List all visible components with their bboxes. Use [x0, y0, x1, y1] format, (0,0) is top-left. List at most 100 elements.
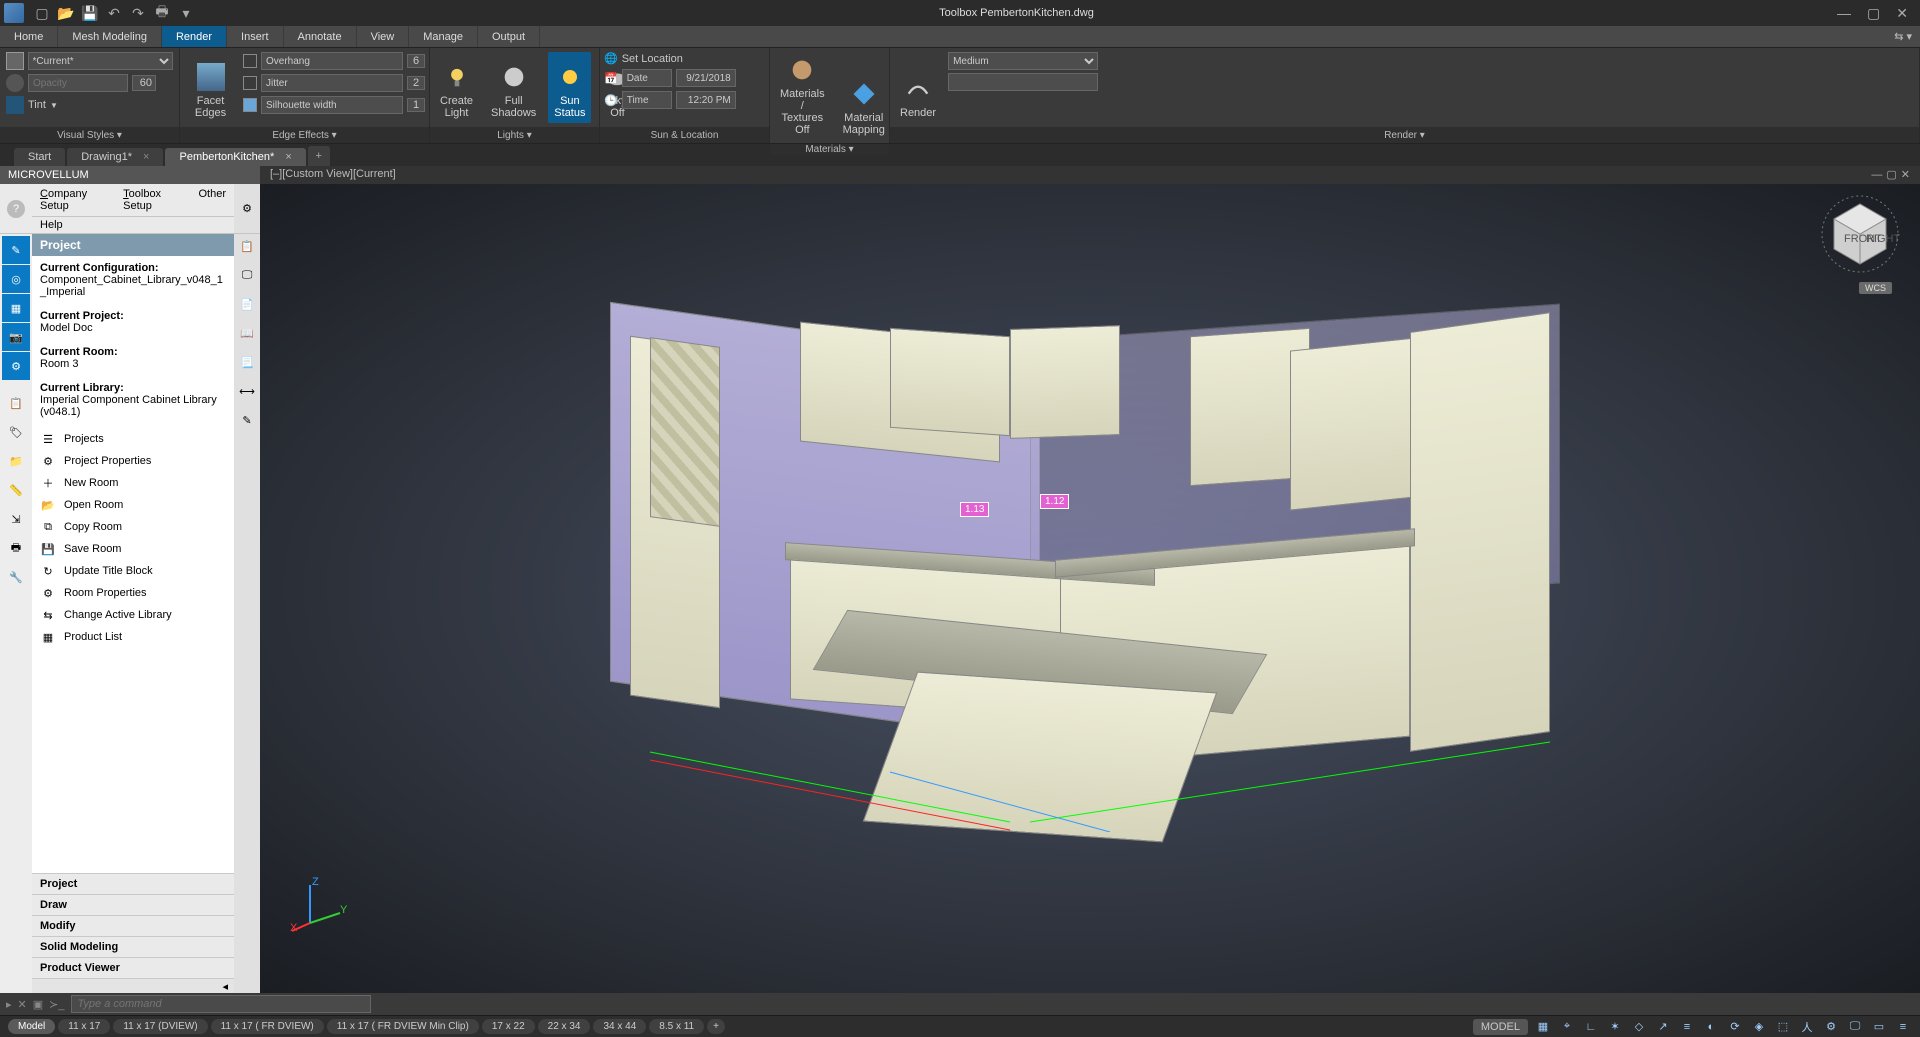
rt-doc-icon[interactable]: 📄 [240, 298, 254, 311]
status-transparency-icon[interactable]: ◐ [1702, 1018, 1720, 1036]
material-mapping-button[interactable]: Material Mapping [837, 52, 891, 140]
status-clean-icon[interactable]: ▭ [1870, 1018, 1888, 1036]
status-annoscale-icon[interactable]: 人 [1798, 1018, 1816, 1036]
tool-print-icon[interactable]: 🖶 [2, 534, 30, 562]
collapse-panel-icon[interactable]: ◂ [222, 980, 228, 993]
mv-item-room-properties[interactable]: ⚙Room Properties [32, 582, 234, 604]
mv-item-new-room[interactable]: ＋New Room [32, 472, 234, 494]
render-button[interactable]: Render [894, 52, 942, 123]
mv-item-project-properties[interactable]: ⚙Project Properties [32, 450, 234, 472]
mv-item-save-room[interactable]: 💾Save Room [32, 538, 234, 560]
close-button[interactable]: ✕ [1896, 5, 1908, 22]
rt-clipboard-icon[interactable]: 📋 [240, 240, 254, 253]
qat-print-icon[interactable]: 🖶 [152, 3, 172, 23]
rt-page-icon[interactable]: 📃 [240, 356, 254, 369]
rt-measure-icon[interactable]: ⟷ [239, 385, 255, 398]
cmd-collapse-icon[interactable]: ▸ [6, 998, 12, 1011]
tool-ruler-icon[interactable]: 📏 [2, 476, 30, 504]
axis-gizmo[interactable]: Z Y X [290, 873, 350, 933]
status-3dosnap-icon[interactable]: ◈ [1750, 1018, 1768, 1036]
view-cube[interactable]: FRONT RIGHT [1820, 194, 1900, 274]
sheet-11x17-frdview[interactable]: 11 x 17 ( FR DVIEW) [211, 1019, 324, 1034]
status-dynucs-icon[interactable]: ⬚ [1774, 1018, 1792, 1036]
status-otrack-icon[interactable]: ↗ [1654, 1018, 1672, 1036]
tab-mesh-modeling[interactable]: Mesh Modeling [58, 26, 162, 47]
mv-menu-toolbox[interactable]: Toolbox Setup [123, 188, 182, 212]
group-title-materials[interactable]: Materials ▾ [770, 144, 889, 155]
status-cycle-icon[interactable]: ⟳ [1726, 1018, 1744, 1036]
status-snap-icon[interactable]: ⌖ [1558, 1018, 1576, 1036]
mv-item-update-title-block[interactable]: ↻Update Title Block [32, 560, 234, 582]
overhang-checkbox[interactable] [243, 54, 257, 68]
acc-draw[interactable]: Draw [32, 894, 234, 915]
qat-dropdown-icon[interactable]: ▾ [176, 3, 196, 23]
add-doc-tab-button[interactable]: + [308, 146, 330, 166]
mv-item-projects[interactable]: ☰Projects [32, 428, 234, 450]
status-model-label[interactable]: MODEL [1473, 1019, 1528, 1035]
tab-output[interactable]: Output [478, 26, 540, 47]
tab-annotate[interactable]: Annotate [284, 26, 357, 47]
vp-minimize-icon[interactable]: — [1871, 169, 1882, 181]
tab-insert[interactable]: Insert [227, 26, 284, 47]
doc-tab-start[interactable]: Start [14, 148, 65, 166]
qat-undo-icon[interactable]: ↶ [104, 3, 124, 23]
cmd-history-icon[interactable]: ▣ [33, 998, 43, 1011]
silhouette-input[interactable] [261, 96, 403, 114]
materials-textures-off-button[interactable]: Materials / Textures Off [774, 52, 831, 140]
qat-redo-icon[interactable]: ↷ [128, 3, 148, 23]
tool-spiral-icon[interactable]: ◎ [2, 265, 30, 293]
ribbon-expander-icon[interactable]: ⇆ ▾ [1886, 26, 1920, 47]
render-output-input[interactable] [948, 73, 1098, 91]
set-location-button[interactable]: Set Location [622, 53, 683, 65]
mv-item-copy-room[interactable]: ⧉Copy Room [32, 516, 234, 538]
mv-help[interactable]: Help [32, 217, 234, 234]
group-title-edge-effects[interactable]: Edge Effects ▾ [180, 127, 429, 143]
mv-menu-company[interactable]: Company Setup [40, 188, 107, 212]
mv-item-change-library[interactable]: ⇆Change Active Library [32, 604, 234, 626]
help-icon[interactable]: ? [7, 200, 25, 218]
group-title-sun-location[interactable]: Sun & Location [600, 127, 769, 143]
tab-render[interactable]: Render [162, 26, 227, 47]
sheet-model[interactable]: Model [8, 1019, 55, 1034]
maximize-button[interactable]: ▢ [1867, 5, 1880, 22]
tool-tag-icon[interactable]: 🏷 [2, 418, 30, 446]
command-input[interactable] [71, 995, 371, 1013]
tool-clipboard-icon[interactable]: 📋 [2, 389, 30, 417]
vp-close-icon[interactable]: ✕ [1901, 169, 1910, 181]
doc-tab-drawing1[interactable]: Drawing1* × [67, 148, 163, 166]
tab-manage[interactable]: Manage [409, 26, 478, 47]
acc-modify[interactable]: Modify [32, 915, 234, 936]
viewport-label[interactable]: [–][Custom View][Current] [270, 168, 396, 182]
viewport-3d[interactable]: 1.13 1.12 FRONT RIGHT WCS [260, 184, 1920, 993]
group-title-lights[interactable]: Lights ▾ [430, 127, 599, 143]
sheet-17x22[interactable]: 17 x 22 [482, 1019, 535, 1034]
sun-status-button[interactable]: Sun Status [548, 52, 591, 123]
time-input[interactable] [676, 91, 736, 109]
status-grid-icon[interactable]: ▦ [1534, 1018, 1552, 1036]
app-icon[interactable] [4, 3, 24, 23]
wcs-badge[interactable]: WCS [1859, 282, 1892, 294]
qat-save-icon[interactable]: 💾 [80, 3, 100, 23]
sheet-11x17-dview[interactable]: 11 x 17 (DVIEW) [113, 1019, 207, 1034]
tool-pencil-icon[interactable]: ✎ [2, 236, 30, 264]
tool-cube-icon[interactable]: ▦ [2, 294, 30, 322]
status-polar-icon[interactable]: ✶ [1606, 1018, 1624, 1036]
mv-menu-other[interactable]: Other [198, 188, 226, 212]
status-workspace-icon[interactable]: ⚙ [1822, 1018, 1840, 1036]
group-title-render[interactable]: Render ▾ [890, 127, 1919, 143]
sheet-11x17[interactable]: 11 x 17 [58, 1019, 110, 1034]
sheet-11x17-frdview-minclip[interactable]: 11 x 17 ( FR DVIEW Min Clip) [327, 1019, 479, 1034]
vp-maximize-icon[interactable]: ▢ [1886, 169, 1896, 181]
silhouette-checkbox[interactable] [243, 98, 257, 112]
sheet-22x34[interactable]: 22 x 34 [538, 1019, 591, 1034]
status-monitor-icon[interactable]: 🖵 [1846, 1018, 1864, 1036]
overhang-input[interactable] [261, 52, 403, 70]
close-tab-icon[interactable]: × [143, 151, 149, 163]
group-title-visual-styles[interactable]: Visual Styles ▾ [0, 127, 179, 143]
tool-camera-icon[interactable]: 📷 [2, 323, 30, 351]
acc-project[interactable]: Project [32, 873, 234, 894]
full-shadows-button[interactable]: Full Shadows [485, 52, 542, 123]
gear-icon[interactable]: ⚙ [242, 202, 252, 215]
mv-item-open-room[interactable]: 📂Open Room [32, 494, 234, 516]
jitter-input[interactable] [261, 74, 403, 92]
